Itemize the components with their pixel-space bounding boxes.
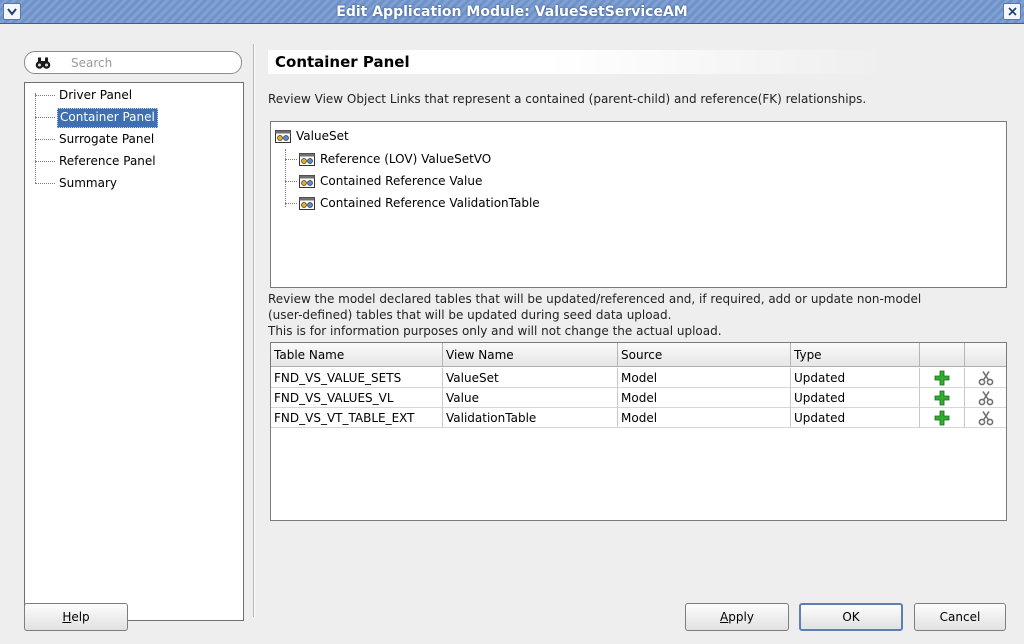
table-row[interactable]: FND_VS_VALUES_VL Value Model Updated [271,388,1006,408]
window-title: Edit Application Module: ValueSetService… [336,4,688,20]
cell-table-name: FND_VS_VALUE_SETS [271,368,443,388]
tree-node-child[interactable]: Contained Reference ValidationTable [299,193,540,213]
delete-button[interactable] [965,388,1006,408]
column-header-type[interactable]: Type [791,343,920,367]
add-icon [934,370,950,385]
tree-node-root[interactable]: ValueSet [275,126,349,146]
view-link-tree[interactable]: ValueSet Reference (LOV) ValueSetVO Cont… [270,121,1007,288]
window-menu-button[interactable] [3,3,21,20]
add-button[interactable] [920,388,965,408]
nav-item-driver-panel[interactable]: Driver Panel [25,85,225,105]
cancel-button[interactable]: Cancel [914,603,1006,631]
delete-button[interactable] [965,368,1006,388]
nav-item-label: Driver Panel [59,88,133,102]
search-input[interactable]: Search [24,51,242,74]
nav-item-summary[interactable]: Summary [25,173,225,193]
cell-source: Model [618,368,791,388]
column-header-source[interactable]: Source [618,343,791,367]
view-link-icon [299,174,315,188]
cell-source: Model [618,408,791,428]
ok-button[interactable]: OK [799,603,903,631]
add-icon [934,410,950,425]
table-row[interactable]: FND_VS_VT_TABLE_EXT ValidationTable Mode… [271,408,1006,428]
table-header: Table Name View Name Source Type [271,343,1006,367]
tree-guide-line [285,149,286,207]
view-link-icon [299,196,315,210]
nav-item-label: Container Panel [57,108,158,128]
column-header-view-name[interactable]: View Name [443,343,618,367]
nav-item-reference-panel[interactable]: Reference Panel [25,151,225,171]
delete-button[interactable] [965,408,1006,428]
info-text-line: (user-defined) tables that will be updat… [268,308,672,322]
cell-view-name: ValueSet [443,368,618,388]
cell-type: Updated [791,408,920,428]
apply-button[interactable]: Apply [685,603,789,631]
nav-item-container-panel[interactable]: Container Panel [25,107,225,128]
nav-item-label: Reference Panel [59,154,156,168]
help-label: elp [71,610,90,624]
cell-view-name: Value [443,388,618,408]
tree-node-label: ValueSet [296,129,349,143]
scissors-icon [978,390,993,405]
apply-label: pply [728,610,754,624]
page-title: Container Panel [275,53,410,71]
add-button[interactable] [920,368,965,388]
tree-node-child[interactable]: Reference (LOV) ValueSetVO [299,149,491,169]
tree-node-label: Reference (LOV) ValueSetVO [320,152,492,166]
scissors-icon [978,370,993,385]
search-placeholder: Search [71,56,113,70]
tree-node-child[interactable]: Contained Reference Value [299,171,482,191]
tables-table[interactable]: Table Name View Name Source Type FND_VS_… [270,342,1007,521]
cell-table-name: FND_VS_VT_TABLE_EXT [271,408,443,428]
nav-tree[interactable]: Driver Panel Container Panel Surrogate P… [24,82,244,621]
nav-item-surrogate-panel[interactable]: Surrogate Panel [25,129,225,149]
nav-item-label: Summary [59,176,117,190]
info-text-line: Review the model declared tables that wi… [268,292,922,306]
close-icon [1007,7,1017,16]
close-button[interactable] [1003,3,1021,20]
column-header-delete [965,343,1006,367]
panel-description: Review View Object Links that represent … [268,92,867,106]
help-button[interactable]: Help [24,603,128,631]
nav-item-label: Surrogate Panel [59,132,155,146]
chevron-down-icon [7,7,17,16]
tree-node-label: Contained Reference Value [320,174,483,188]
table-row[interactable]: FND_VS_VALUE_SETS ValueSet Model Updated [271,368,1006,388]
scissors-icon [978,410,993,425]
cell-table-name: FND_VS_VALUES_VL [271,388,443,408]
add-icon [934,390,950,405]
view-link-icon [299,152,315,166]
add-button[interactable] [920,408,965,428]
cell-type: Updated [791,368,920,388]
info-text-line: This is for information purposes only an… [268,324,722,338]
cell-type: Updated [791,388,920,408]
cell-source: Model [618,388,791,408]
binoculars-icon [35,57,51,69]
splitter[interactable] [253,44,255,617]
tree-node-label: Contained Reference ValidationTable [320,196,540,210]
cell-view-name: ValidationTable [443,408,618,428]
view-object-icon [275,129,291,143]
help-mnemonic: H [62,610,72,624]
column-header-table-name[interactable]: Table Name [271,343,443,367]
column-header-add [920,343,965,367]
